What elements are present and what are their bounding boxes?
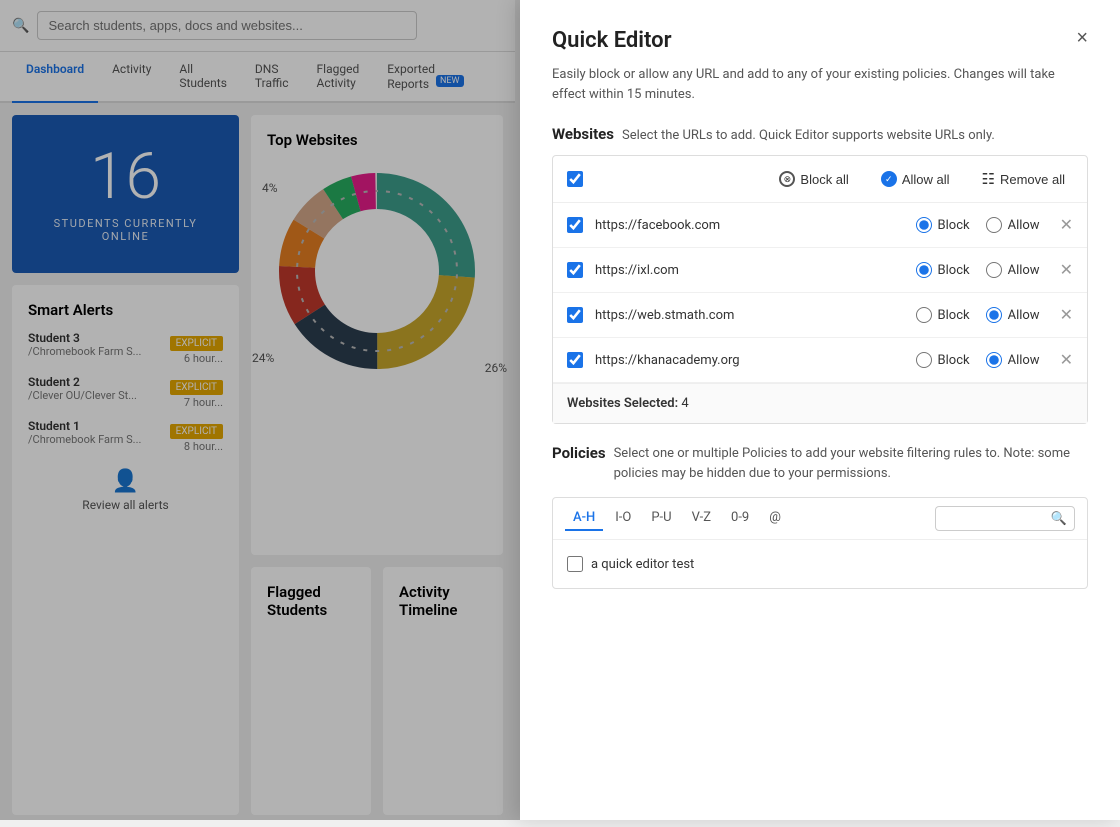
block-all-icon: ⊗ — [779, 171, 795, 187]
allow-radio-ixl[interactable] — [986, 262, 1002, 278]
website-row-stmath: https://web.stmath.com Block Allow ✕ — [553, 293, 1087, 338]
quick-editor-panel: Quick Editor × Easily block or allow any… — [520, 0, 1120, 820]
websites-toolbar: ⊗ Block all ✓ Allow all ☷ Remove all — [553, 156, 1087, 203]
row-checkbox-stmath[interactable] — [567, 307, 583, 323]
policy-list: a quick editor test — [553, 540, 1087, 588]
policy-name-quicktest: a quick editor test — [591, 557, 694, 572]
row-url-ixl: https://ixl.com — [595, 263, 904, 278]
row-checkbox-khan[interactable] — [567, 352, 583, 368]
websites-box: ⊗ Block all ✓ Allow all ☷ Remove all htt… — [552, 155, 1088, 424]
remove-all-icon: ☷ — [982, 170, 995, 188]
policies-section: Policies Select one or multiple Policies… — [552, 444, 1088, 589]
select-all-checkbox[interactable] — [567, 171, 583, 187]
block-all-button[interactable]: ⊗ Block all — [771, 167, 856, 191]
quick-editor-title: Quick Editor — [552, 28, 672, 53]
block-label-facebook: Block — [938, 218, 970, 233]
website-row-khan: https://khanacademy.org Block Allow ✕ — [553, 338, 1087, 383]
block-radio-khan[interactable] — [916, 352, 932, 368]
policy-tab-09[interactable]: 0-9 — [723, 506, 757, 531]
row-url-stmath: https://web.stmath.com — [595, 308, 904, 323]
remove-row-facebook[interactable]: ✕ — [1060, 215, 1073, 235]
block-all-label: Block all — [800, 172, 848, 187]
policy-tab-pu[interactable]: P-U — [643, 506, 679, 531]
websites-section-label: Websites — [552, 125, 614, 143]
row-url-facebook: https://facebook.com — [595, 218, 904, 233]
allow-radio-stmath[interactable] — [986, 307, 1002, 323]
block-label-ixl: Block — [938, 263, 970, 278]
allow-label-facebook: Allow — [1008, 218, 1040, 233]
allow-all-icon: ✓ — [881, 171, 897, 187]
websites-section-header: Websites Select the URLs to add. Quick Ed… — [552, 124, 1088, 143]
policies-header: Policies Select one or multiple Policies… — [552, 444, 1088, 483]
remove-row-khan[interactable]: ✕ — [1060, 350, 1073, 370]
block-label-khan: Block — [938, 353, 970, 368]
row-checkbox-ixl[interactable] — [567, 262, 583, 278]
allow-all-button[interactable]: ✓ Allow all — [873, 167, 958, 191]
radio-group-facebook: Block Allow — [916, 217, 1040, 233]
websites-selected-count: 4 — [681, 396, 688, 411]
allow-label-stmath: Allow — [1008, 308, 1040, 323]
allow-radio-khan[interactable] — [986, 352, 1002, 368]
radio-group-khan: Block Allow — [916, 352, 1040, 368]
policy-tab-io[interactable]: I-O — [607, 506, 639, 531]
policies-section-label: Policies — [552, 444, 606, 462]
policies-box: A-H I-O P-U V-Z 0-9 @ 🔍 a quick editor t… — [552, 497, 1088, 589]
radio-group-stmath: Block Allow — [916, 307, 1040, 323]
remove-row-ixl[interactable]: ✕ — [1060, 260, 1073, 280]
row-checkbox-facebook[interactable] — [567, 217, 583, 233]
websites-footer: Websites Selected: 4 — [553, 383, 1087, 423]
allow-label-khan: Allow — [1008, 353, 1040, 368]
remove-all-label: Remove all — [1000, 172, 1065, 187]
website-row-ixl: https://ixl.com Block Allow ✕ — [553, 248, 1087, 293]
remove-all-button[interactable]: ☷ Remove all — [974, 166, 1073, 192]
block-radio-ixl[interactable] — [916, 262, 932, 278]
websites-section-desc: Select the URLs to add. Quick Editor sup… — [622, 128, 995, 143]
allow-label-ixl: Allow — [1008, 263, 1040, 278]
remove-row-stmath[interactable]: ✕ — [1060, 305, 1073, 325]
block-radio-facebook[interactable] — [916, 217, 932, 233]
policy-search-wrap: 🔍 — [935, 506, 1075, 531]
policies-section-desc: Select one or multiple Policies to add y… — [614, 444, 1088, 483]
policy-search-icon: 🔍 — [1051, 511, 1067, 526]
block-label-stmath: Block — [938, 308, 970, 323]
policy-tab-vz[interactable]: V-Z — [684, 506, 719, 531]
websites-selected-label: Websites Selected: — [567, 396, 678, 411]
row-url-khan: https://khanacademy.org — [595, 353, 904, 368]
close-button[interactable]: × — [1076, 28, 1088, 48]
policy-item: a quick editor test — [567, 550, 1073, 578]
policy-checkbox-quicktest[interactable] — [567, 556, 583, 572]
allow-radio-facebook[interactable] — [986, 217, 1002, 233]
policies-tabs: A-H I-O P-U V-Z 0-9 @ 🔍 — [553, 498, 1087, 540]
quick-editor-header: Quick Editor × — [552, 28, 1088, 53]
website-row-facebook: https://facebook.com Block Allow ✕ — [553, 203, 1087, 248]
quick-editor-subtitle: Easily block or allow any URL and add to… — [552, 65, 1088, 104]
block-radio-stmath[interactable] — [916, 307, 932, 323]
radio-group-ixl: Block Allow — [916, 262, 1040, 278]
allow-all-label: Allow all — [902, 172, 950, 187]
policy-tab-ah[interactable]: A-H — [565, 506, 603, 531]
policy-tab-at[interactable]: @ — [761, 506, 789, 531]
